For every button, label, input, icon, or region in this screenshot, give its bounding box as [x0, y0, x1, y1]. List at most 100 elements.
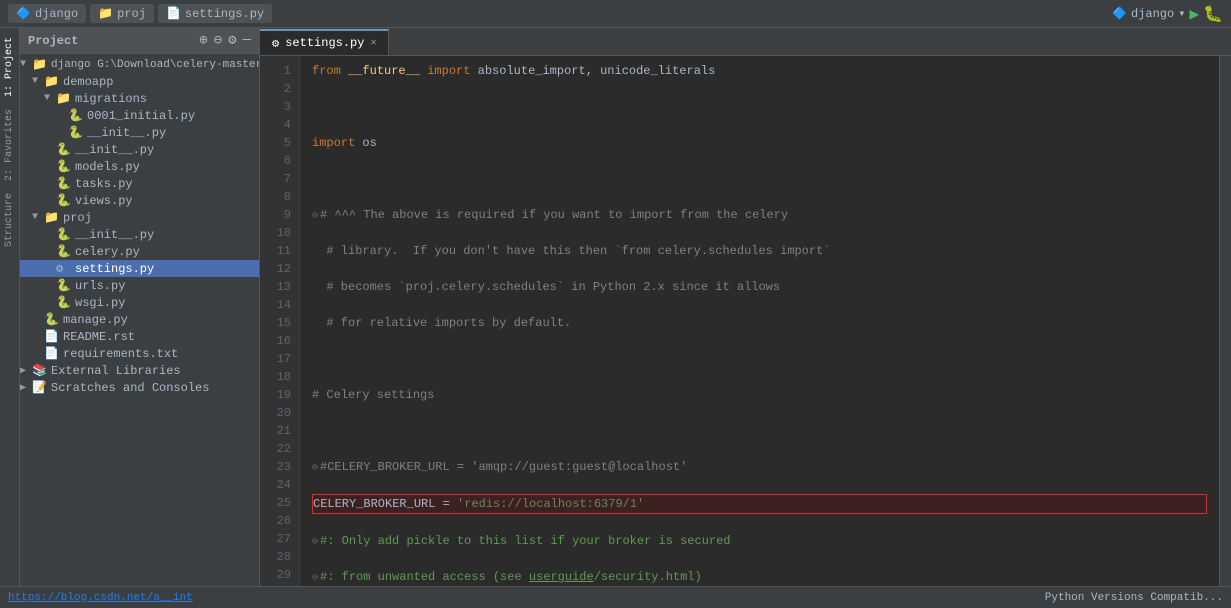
python-file-icon: 🐍 [56, 176, 72, 191]
tree-item-django-root[interactable]: ▼ 📁 django G:\Download\celery-master\exa… [20, 56, 259, 73]
tree-label: 0001_initial.py [87, 109, 195, 123]
sidebar-strip-favorites[interactable]: 2: Favorites [2, 105, 17, 185]
line-numbers: 12345 678910 1112131415 1617181920 21222… [260, 56, 300, 586]
tab-file-icon: ⚙ [272, 36, 279, 51]
status-bar: https://blog.csdn.net/a__int Python Vers… [0, 586, 1231, 608]
expand-icon[interactable]: ⊖ [214, 32, 222, 49]
python-file-icon: 🐍 [56, 295, 72, 310]
editor-tab-settings[interactable]: ⚙ settings.py ✕ [260, 29, 389, 55]
django-nav-tab[interactable]: 🔷 django [8, 4, 86, 23]
spacer [44, 246, 56, 257]
status-left: https://blog.csdn.net/a__int [8, 592, 193, 604]
tree-label: External Libraries [51, 364, 181, 378]
tree-item-models[interactable]: 🐍 models.py [20, 158, 259, 175]
tree-label: README.rst [63, 330, 135, 344]
tree-item-init-demoapp[interactable]: 🐍 __init__.py [20, 141, 259, 158]
tree-label: migrations [75, 92, 147, 106]
tree-item-readme[interactable]: 📄 README.rst [20, 328, 259, 345]
python-file-icon: 🐍 [56, 227, 72, 242]
sidebar-strip-structure[interactable]: Structure [2, 189, 17, 251]
tree-label: proj [63, 211, 92, 225]
python-file-icon: 🐍 [44, 312, 60, 327]
run-config-label: django [1131, 7, 1174, 21]
tree-item-demoapp-init[interactable]: 🐍 __init__.py [20, 124, 259, 141]
run-button[interactable]: ▶ [1189, 4, 1199, 24]
settings-icon[interactable]: ⚙ [228, 32, 236, 49]
tree-item-manage[interactable]: 🐍 manage.py [20, 311, 259, 328]
tree-label: django G:\Download\celery-master\example… [51, 59, 259, 71]
arrow-icon: ▼ [20, 59, 32, 70]
panel-header: Project ⊕ ⊖ ⚙ — [20, 28, 259, 54]
arrow-icon: ▼ [32, 212, 44, 223]
python-file-icon: 🐍 [56, 159, 72, 174]
tree-label: Scratches and Consoles [51, 381, 209, 395]
tree-item-tasks[interactable]: 🐍 tasks.py [20, 175, 259, 192]
tree-item-proj-init[interactable]: 🐍 __init__.py [20, 226, 259, 243]
folder-icon: 📁 [56, 91, 72, 106]
tree-item-migrations[interactable]: ▼ 📁 migrations [20, 90, 259, 107]
tree-label: manage.py [63, 313, 128, 327]
folder-icon: 📁 [44, 74, 60, 89]
spacer [44, 297, 56, 308]
proj-nav-tab[interactable]: 📁 proj [90, 4, 154, 23]
tree-label: demoapp [63, 75, 113, 89]
close-panel-icon[interactable]: — [243, 32, 251, 49]
folder-icon: 📁 [44, 210, 60, 225]
arrow-icon: ▼ [44, 93, 56, 104]
python-file-icon: 🐍 [56, 142, 72, 157]
spacer [44, 195, 56, 206]
tree-item-settings[interactable]: ⚙ settings.py [20, 260, 259, 277]
tree-item-views[interactable]: 🐍 views.py [20, 192, 259, 209]
tree-item-0001[interactable]: 🐍 0001_initial.py [20, 107, 259, 124]
python-compat-label: Python Versions Compatib... [1045, 592, 1223, 604]
editor-area: ⚙ settings.py ✕ 12345 678910 1112131415 … [260, 28, 1231, 586]
tree-item-proj[interactable]: ▼ 📁 proj [20, 209, 259, 226]
python-file-icon: 🐍 [56, 244, 72, 259]
proj-tab-label: proj [117, 7, 146, 21]
libs-icon: 📚 [32, 363, 48, 378]
tree-label: wsgi.py [75, 296, 125, 310]
django-tab-label: django [35, 7, 78, 21]
python-file-icon: 🐍 [68, 108, 84, 123]
tree-item-wsgi[interactable]: 🐍 wsgi.py [20, 294, 259, 311]
tree-label: celery.py [75, 245, 140, 259]
panel-title: Project [28, 34, 78, 48]
run-config-area: 🔷 django ▾ ▶ 🐛 [1112, 4, 1223, 24]
tree-label: __init__.py [75, 143, 154, 157]
nav-tabs: 🔷 django 📁 proj 📄 settings.py [8, 4, 272, 23]
editor-tabs: ⚙ settings.py ✕ [260, 28, 1231, 56]
spacer [32, 314, 44, 325]
spacer [44, 229, 56, 240]
python-file-icon: 🐍 [56, 278, 72, 293]
settings-nav-tab[interactable]: 📄 settings.py [158, 4, 272, 23]
tree-item-external-libs[interactable]: ▶ 📚 External Libraries [20, 362, 259, 379]
spacer [44, 161, 56, 172]
tab-close-icon[interactable]: ✕ [370, 37, 376, 49]
settings-python-icon: ⚙ [56, 261, 72, 276]
txt-file-icon: 📄 [44, 346, 60, 361]
project-panel: Project ⊕ ⊖ ⚙ — ▼ 📁 django G:\Download\c… [20, 28, 260, 586]
debug-button[interactable]: 🐛 [1203, 4, 1223, 24]
tree-label: requirements.txt [63, 347, 178, 361]
code-editor[interactable]: from __future__ import absolute_import, … [300, 56, 1219, 586]
scratches-icon: 📝 [32, 380, 48, 395]
tab-label: settings.py [285, 36, 364, 50]
tree-item-requirements[interactable]: 📄 requirements.txt [20, 345, 259, 362]
status-link[interactable]: https://blog.csdn.net/a__int [8, 592, 193, 604]
arrow-icon: ▶ [20, 365, 32, 377]
tree-label: urls.py [75, 279, 125, 293]
editor-content[interactable]: 12345 678910 1112131415 1617181920 21222… [260, 56, 1231, 586]
python-file-icon: 🐍 [68, 125, 84, 140]
spacer [56, 127, 68, 138]
tree-label: models.py [75, 160, 140, 174]
tree-item-celery[interactable]: 🐍 celery.py [20, 243, 259, 260]
collapse-all-icon[interactable]: ⊕ [199, 32, 207, 49]
tree-item-demoapp[interactable]: ▼ 📁 demoapp [20, 73, 259, 90]
dropdown-icon[interactable]: ▾ [1178, 6, 1185, 21]
tree-item-urls[interactable]: 🐍 urls.py [20, 277, 259, 294]
tree-item-scratches[interactable]: ▶ 📝 Scratches and Consoles [20, 379, 259, 396]
spacer [44, 280, 56, 291]
tree-label: views.py [75, 194, 133, 208]
tree-label: __init__.py [87, 126, 166, 140]
sidebar-strip-project[interactable]: 1: Project [2, 33, 17, 101]
